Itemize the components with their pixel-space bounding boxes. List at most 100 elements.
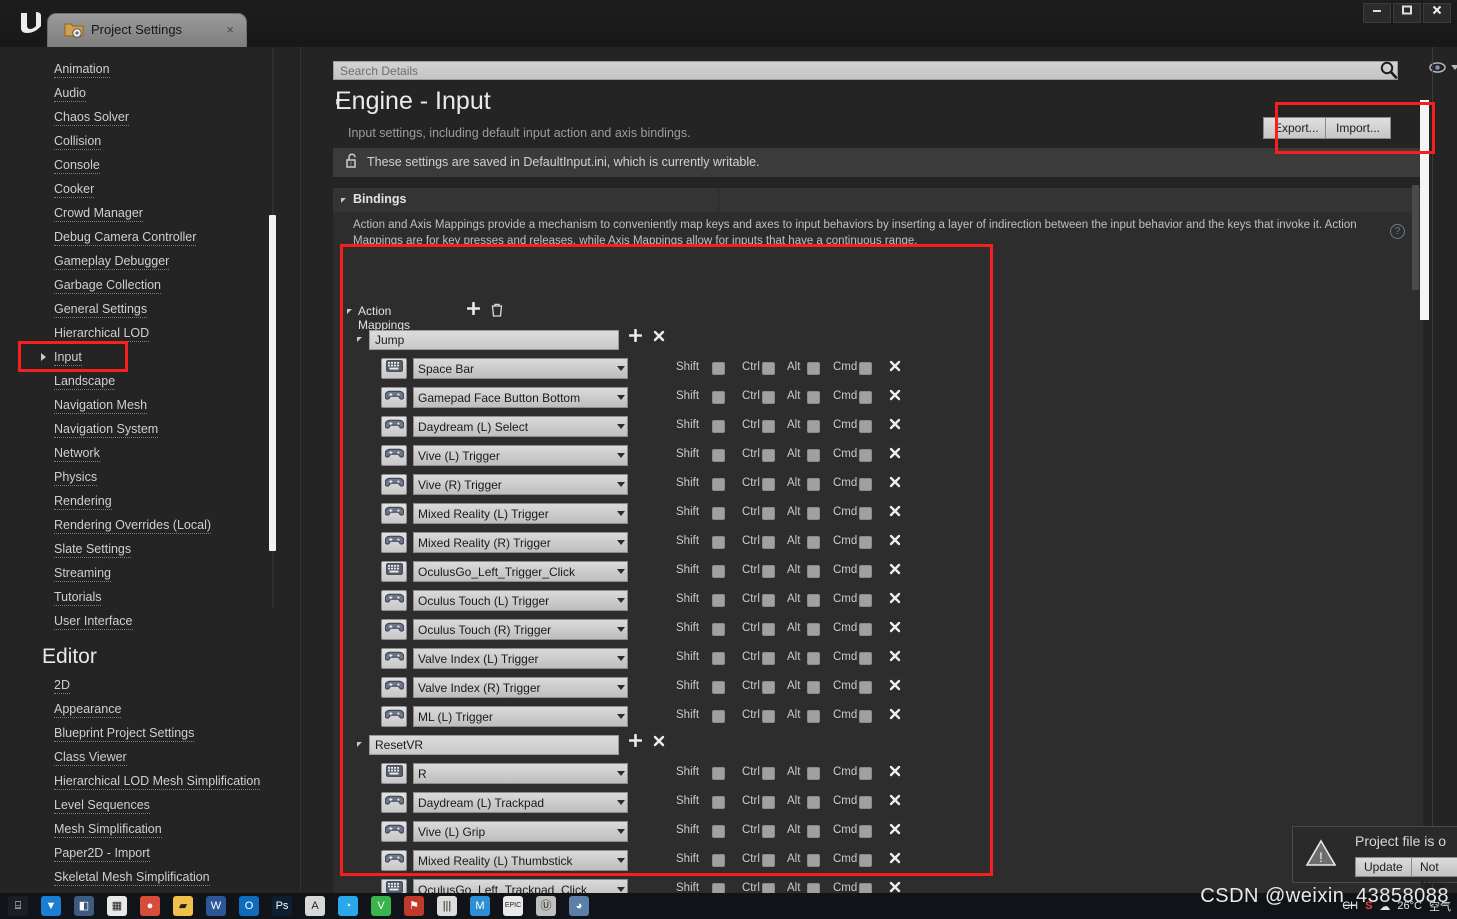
modifier-checkbox-shift[interactable] (712, 825, 725, 838)
bindings-section-header[interactable]: Bindings (333, 188, 1423, 212)
search-icon[interactable] (1379, 60, 1401, 82)
modifier-checkbox-cmd[interactable] (859, 391, 872, 404)
modifier-checkbox-cmd[interactable] (859, 623, 872, 636)
taskbar-audio-app-icon[interactable]: ||| (437, 896, 457, 916)
modifier-checkbox-shift[interactable] (712, 594, 725, 607)
modifier-checkbox-alt[interactable] (807, 536, 820, 549)
modifier-checkbox-alt[interactable] (807, 652, 820, 665)
key-select[interactable] (413, 850, 628, 871)
modifier-checkbox-ctrl[interactable] (762, 825, 775, 838)
chevron-down-icon[interactable] (617, 656, 625, 661)
modifier-checkbox-shift[interactable] (712, 536, 725, 549)
update-button[interactable]: Update (1355, 857, 1412, 877)
taskbar-epic-games-icon[interactable]: EPIC (503, 896, 523, 916)
remove-binding-icon[interactable] (889, 794, 901, 809)
modifier-checkbox-shift[interactable] (712, 565, 725, 578)
sidebar-item-appearance[interactable]: Appearance (18, 697, 276, 721)
remove-action-icon[interactable] (653, 735, 665, 750)
modifier-checkbox-ctrl[interactable] (762, 681, 775, 694)
sidebar-item-network[interactable]: Network (18, 441, 276, 465)
sidebar-item-hierarchical-lod[interactable]: Hierarchical LOD (18, 321, 276, 345)
chevron-down-icon[interactable] (617, 482, 625, 487)
modifier-checkbox-shift[interactable] (712, 623, 725, 636)
modifier-checkbox-cmd[interactable] (859, 536, 872, 549)
taskbar-thunderbird-icon[interactable]: ▼ (41, 896, 61, 916)
key-select[interactable] (413, 503, 628, 524)
sidebar-item-user-interface[interactable]: User Interface (18, 609, 276, 633)
collapse-arrow-icon[interactable] (341, 198, 346, 203)
key-select[interactable] (413, 763, 628, 784)
chevron-down-icon[interactable] (617, 424, 625, 429)
modifier-checkbox-alt[interactable] (807, 854, 820, 867)
chevron-down-icon[interactable] (617, 627, 625, 632)
modifier-checkbox-alt[interactable] (807, 594, 820, 607)
taskbar-vegas-icon[interactable]: V (371, 896, 391, 916)
remove-binding-icon[interactable] (889, 679, 901, 694)
sidebar-item-chaos-solver[interactable]: Chaos Solver (18, 105, 276, 129)
modifier-checkbox-alt[interactable] (807, 825, 820, 838)
sidebar-item-console[interactable]: Console (18, 153, 276, 177)
modifier-checkbox-alt[interactable] (807, 478, 820, 491)
modifier-checkbox-shift[interactable] (712, 478, 725, 491)
modifier-checkbox-alt[interactable] (807, 565, 820, 578)
chevron-down-icon[interactable] (617, 453, 625, 458)
modifier-checkbox-shift[interactable] (712, 449, 725, 462)
sidebar-item-input[interactable]: Input (18, 345, 276, 369)
modifier-checkbox-cmd[interactable] (859, 565, 872, 578)
key-select[interactable] (413, 561, 628, 582)
search-input[interactable] (333, 61, 1398, 80)
sidebar-item-mesh-simplification[interactable]: Mesh Simplification (18, 817, 276, 841)
sidebar-item-audio[interactable]: Audio (18, 81, 276, 105)
key-select[interactable] (413, 821, 628, 842)
key-select[interactable] (413, 590, 628, 611)
modifier-checkbox-shift[interactable] (712, 767, 725, 780)
remove-action-icon[interactable] (653, 330, 665, 345)
modifier-checkbox-shift[interactable] (712, 420, 725, 433)
modifier-checkbox-ctrl[interactable] (762, 623, 775, 636)
key-select[interactable] (413, 416, 628, 437)
inner-scroll-thumb[interactable] (1412, 185, 1419, 290)
chevron-down-icon[interactable] (617, 598, 625, 603)
modifier-checkbox-cmd[interactable] (859, 507, 872, 520)
remove-binding-icon[interactable] (889, 447, 901, 462)
import-button[interactable]: Import... (1325, 117, 1392, 139)
modifier-checkbox-ctrl[interactable] (762, 536, 775, 549)
sidebar-item-crowd-manager[interactable]: Crowd Manager (18, 201, 276, 225)
chevron-down-icon[interactable] (617, 395, 625, 400)
modifier-checkbox-alt[interactable] (807, 710, 820, 723)
key-select[interactable] (413, 677, 628, 698)
remove-binding-icon[interactable] (889, 360, 901, 375)
remove-binding-icon[interactable] (889, 823, 901, 838)
key-select[interactable] (413, 387, 628, 408)
remove-binding-icon[interactable] (889, 765, 901, 780)
collapse-arrow-icon[interactable] (347, 309, 352, 314)
modifier-checkbox-shift[interactable] (712, 854, 725, 867)
chevron-down-icon[interactable] (617, 800, 625, 805)
key-select[interactable] (413, 706, 628, 727)
sidebar-item-slate-settings[interactable]: Slate Settings (18, 537, 276, 561)
modifier-checkbox-cmd[interactable] (859, 796, 872, 809)
key-select[interactable] (413, 474, 628, 495)
modifier-checkbox-cmd[interactable] (859, 420, 872, 433)
modifier-checkbox-alt[interactable] (807, 796, 820, 809)
question-mark-icon[interactable]: ? (1390, 224, 1405, 239)
delete-all-mappings-icon[interactable] (491, 303, 503, 320)
sidebar-item-tutorials[interactable]: Tutorials (18, 585, 276, 609)
key-select[interactable] (413, 445, 628, 466)
modifier-checkbox-shift[interactable] (712, 652, 725, 665)
remove-binding-icon[interactable] (889, 708, 901, 723)
taskbar-tool-icon[interactable]: ⚑ (404, 896, 424, 916)
sidebar-item-rendering[interactable]: Rendering (18, 489, 276, 513)
minimize-button[interactable] (1363, 3, 1391, 23)
sidebar-item-rendering-overrides-local[interactable]: Rendering Overrides (Local) (18, 513, 276, 537)
sidebar-item-landscape[interactable]: Landscape (18, 369, 276, 393)
modifier-checkbox-alt[interactable] (807, 507, 820, 520)
modifier-checkbox-ctrl[interactable] (762, 652, 775, 665)
sidebar-item-debug-camera-controller[interactable]: Debug Camera Controller (18, 225, 276, 249)
maximize-button[interactable] (1393, 3, 1421, 23)
key-select[interactable] (413, 792, 628, 813)
modifier-checkbox-alt[interactable] (807, 362, 820, 375)
modifier-checkbox-ctrl[interactable] (762, 507, 775, 520)
sidebar-item-physics[interactable]: Physics (18, 465, 276, 489)
modifier-checkbox-shift[interactable] (712, 796, 725, 809)
